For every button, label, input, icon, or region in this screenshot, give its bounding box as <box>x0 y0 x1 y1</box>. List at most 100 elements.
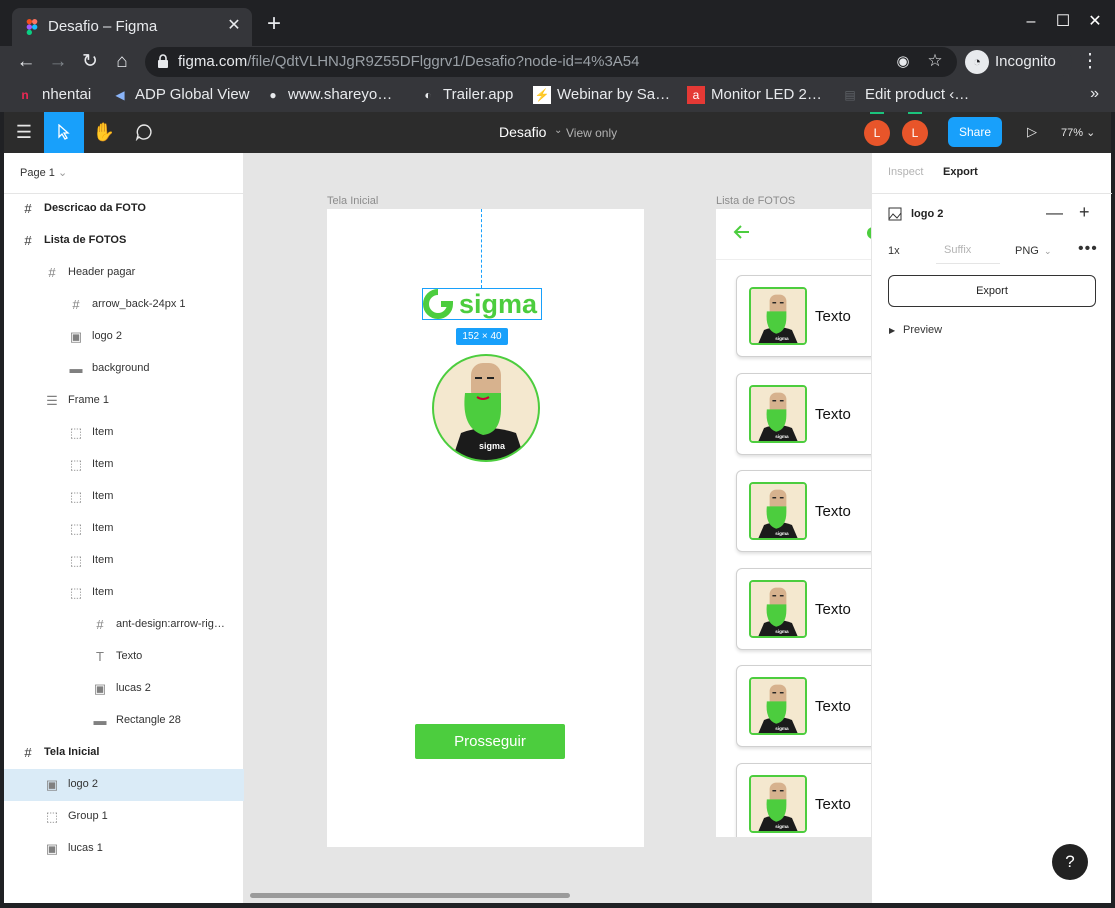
frame-lista-fotos[interactable]: sigma Texto sigma Texto sigma Texto sigma Texto… <box>716 209 871 837</box>
card-profile-image: sigma <box>749 482 807 540</box>
layer-row[interactable]: ☰ Frame 1 <box>4 385 244 417</box>
bookmark-label: ADP Global View <box>135 86 250 103</box>
eye-off-icon[interactable]: ◉ <box>893 52 913 72</box>
bookmarks-bar: n nhentai ◀ ADP Global View ● www.sharey… <box>0 78 1115 112</box>
layer-row[interactable]: # Descricao da FOTO <box>4 193 244 225</box>
suffix-input[interactable] <box>936 238 996 262</box>
layer-row[interactable]: # ant-design:arrow-rig… <box>4 609 244 641</box>
bookmark-label: Edit product ‹… <box>865 86 970 103</box>
layer-row[interactable]: # Lista de FOTOS <box>4 225 244 257</box>
layer-row[interactable]: ⬚ Item <box>4 577 244 609</box>
photo-card[interactable]: sigma Texto <box>736 275 871 357</box>
design-canvas[interactable]: Tela Inicial sigma 152 × 40 sigma Prosse… <box>244 153 871 903</box>
photo-card[interactable]: sigma Texto <box>736 470 871 552</box>
bookmarks-more-icon[interactable]: » <box>1090 85 1099 103</box>
layer-row[interactable]: ▣ logo 2 <box>4 769 244 801</box>
move-tool-icon[interactable] <box>44 112 84 153</box>
layer-row[interactable]: ▬ Rectangle 28 <box>4 705 244 737</box>
photo-card[interactable]: sigma Texto <box>736 762 871 837</box>
n-icon: n <box>21 88 29 102</box>
layer-label: Item <box>92 458 114 470</box>
chevron-down-icon: ⌄ <box>57 167 68 179</box>
export-scale[interactable]: 1x <box>888 245 900 257</box>
rectangle-icon: ▬ <box>69 361 83 376</box>
new-tab-button[interactable]: + <box>262 12 286 37</box>
photo-card[interactable]: sigma Texto <box>736 372 871 455</box>
browser-menu-icon[interactable]: ⋮ <box>1076 48 1104 76</box>
layer-row[interactable]: # Tela Inicial <box>4 737 244 769</box>
comment-tool-icon[interactable] <box>124 112 164 153</box>
prosseguir-button[interactable]: Prosseguir <box>415 724 565 759</box>
avatar[interactable]: L <box>902 120 928 146</box>
forward-icon[interactable]: → <box>44 48 72 76</box>
layer-row[interactable]: ⬚ Group 1 <box>4 801 244 833</box>
url-text[interactable]: figma.com/file/QdtVLHNJgR9Z55DFlggrv1/De… <box>178 53 639 70</box>
frame-label-lista-fotos[interactable]: Lista de FOTOS <box>716 195 795 207</box>
layer-row[interactable]: # arrow_back-24px 1 <box>4 289 244 321</box>
layer-row[interactable]: T Texto <box>4 641 244 673</box>
layer-row[interactable]: ⬚ Item <box>4 513 244 545</box>
horizontal-scrollbar[interactable] <box>250 893 570 898</box>
layer-row[interactable]: ▬ background <box>4 353 244 385</box>
chevron-down-icon[interactable]: ⌄ <box>1044 246 1052 257</box>
export-button[interactable]: Export <box>888 275 1096 307</box>
page-name: Page 1 <box>20 167 55 179</box>
browser-tab[interactable]: Desafio – Figma ✕ <box>12 8 252 46</box>
preview-toggle[interactable]: Preview <box>903 324 942 336</box>
address-bar[interactable]: figma.com/file/QdtVLHNJgR9Z55DFlggrv1/De… <box>145 47 957 77</box>
zoom-level[interactable]: 77% ⌄ <box>1061 126 1095 139</box>
add-export-icon[interactable]: + <box>1079 202 1090 223</box>
group-icon: ⬚ <box>69 521 83 536</box>
photo-card[interactable]: sigma Texto <box>736 567 871 650</box>
present-play-icon[interactable]: ▷ <box>1020 120 1044 144</box>
chevron-down-icon[interactable]: ⌄ <box>554 125 562 136</box>
arrow-back-icon[interactable] <box>732 222 752 242</box>
image-icon: ▣ <box>45 777 59 792</box>
profile-illustration[interactable]: sigma <box>431 353 541 463</box>
tab-close-icon[interactable]: ✕ <box>224 16 244 36</box>
main-menu-icon[interactable]: ☰ <box>4 112 44 153</box>
more-options-icon[interactable]: ••• <box>1078 240 1098 258</box>
share-button[interactable]: Share <box>948 117 1002 147</box>
bookmark-label: Webinar by Sa… <box>557 86 671 103</box>
reload-icon[interactable]: ↻ <box>76 48 104 76</box>
page-selector[interactable]: Page 1 ⌄ <box>20 166 67 179</box>
card-label: Texto <box>815 698 851 715</box>
zoom-value: 77% <box>1061 127 1084 139</box>
card-sigma-text: sigma <box>775 726 789 731</box>
home-icon[interactable]: ⌂ <box>108 48 136 76</box>
layer-row[interactable]: ⬚ Item <box>4 417 244 449</box>
incognito-badge[interactable]: ◔ Incognito <box>962 47 1072 77</box>
hand-tool-icon[interactable]: ✋ <box>84 112 124 153</box>
layer-row[interactable]: ▣ logo 2 <box>4 321 244 353</box>
incognito-icon: ◔ <box>965 50 989 74</box>
avatar[interactable]: L <box>864 120 890 146</box>
frame-label-tela-inicial[interactable]: Tela Inicial <box>327 195 378 207</box>
tab-inspect[interactable]: Inspect <box>888 166 923 178</box>
text-icon: T <box>96 649 104 664</box>
layer-row[interactable]: # Header pagar <box>4 257 244 289</box>
help-button[interactable]: ? <box>1052 844 1088 880</box>
tab-export[interactable]: Export <box>943 166 978 178</box>
star-icon[interactable]: ☆ <box>925 51 945 71</box>
close-window-button[interactable]: ✕ <box>1082 10 1108 34</box>
back-icon[interactable]: ← <box>12 48 40 76</box>
auto-layout-icon: ☰ <box>46 393 58 408</box>
layer-row[interactable]: ⬚ Item <box>4 481 244 513</box>
export-layer-name: logo 2 <box>911 208 944 220</box>
maximize-button[interactable]: ☐ <box>1050 10 1076 34</box>
file-name[interactable]: Desafio <box>499 124 546 140</box>
suffix-field[interactable] <box>936 238 1000 264</box>
layer-row[interactable]: ⬚ Item <box>4 449 244 481</box>
minimize-button[interactable]: – <box>1018 10 1044 34</box>
layer-row[interactable]: ▣ lucas 1 <box>4 833 244 865</box>
layer-row[interactable]: ▣ lucas 2 <box>4 673 244 705</box>
export-format[interactable]: PNG <box>1015 245 1039 257</box>
remove-export-icon[interactable]: — <box>1046 203 1063 223</box>
caret-right-icon[interactable]: ▶ <box>889 326 895 335</box>
layer-row[interactable]: ⬚ Item <box>4 545 244 577</box>
browser-window: Desafio – Figma ✕ + – ☐ ✕ ← → ↻ ⌂ figma.… <box>0 0 1115 908</box>
frame-tela-inicial[interactable]: sigma 152 × 40 sigma Prosseguir <box>327 209 644 847</box>
photo-card[interactable]: sigma Texto <box>736 665 871 747</box>
tab-strip: Desafio – Figma ✕ + – ☐ ✕ <box>0 0 1115 46</box>
